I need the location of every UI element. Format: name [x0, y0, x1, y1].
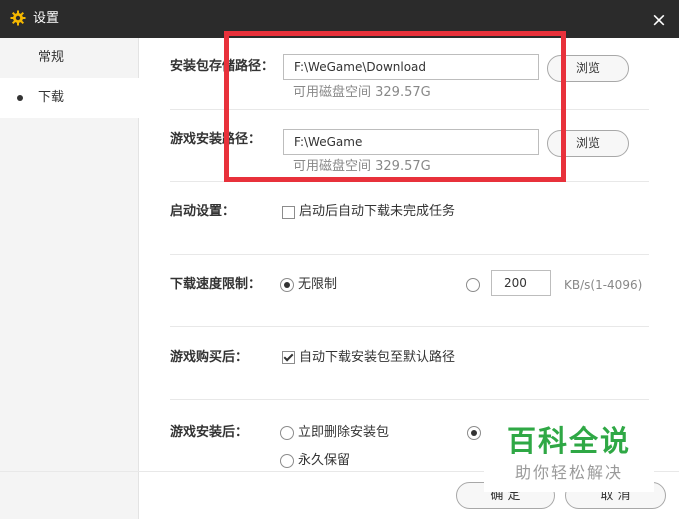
install-disk-space: 可用磁盘空间 329.57G	[293, 159, 431, 174]
install-path-input[interactable]: F:\WeGame	[283, 129, 539, 155]
radio-selected-icon	[284, 282, 290, 288]
close-icon: ×	[651, 9, 667, 31]
speed-unit: KB/s(1-4096)	[564, 278, 643, 292]
keep-package-option-label[interactable]: 永久保留	[298, 452, 350, 470]
window-title: 设置	[33, 11, 60, 26]
watermark: 百科全说 助你轻松解决	[484, 412, 654, 492]
download-path-label: 安装包存储路径：	[170, 59, 275, 74]
radio-selected-icon	[471, 430, 477, 436]
install-browse-button[interactable]: 浏览	[547, 130, 629, 157]
close-button[interactable]: ×	[648, 9, 670, 31]
delete-package-radio[interactable]	[280, 426, 294, 440]
after-install-label: 游戏安装后：	[170, 425, 249, 440]
sidebar-item-general[interactable]: 常规	[0, 38, 139, 78]
keep-package-radio[interactable]	[280, 454, 294, 468]
divider	[170, 399, 649, 400]
download-disk-space: 可用磁盘空间 329.57G	[293, 85, 431, 100]
after-install-third-radio[interactable]	[467, 426, 481, 440]
speed-limit-input[interactable]: 200	[491, 270, 551, 296]
divider	[170, 109, 649, 110]
after-purchase-checkbox[interactable]	[282, 351, 295, 364]
watermark-title: 百科全说	[506, 424, 631, 458]
divider	[170, 181, 649, 182]
delete-package-option-label[interactable]: 立即删除安装包	[298, 424, 389, 442]
check-icon	[283, 351, 294, 362]
sidebar: 常规 下载	[0, 38, 139, 519]
download-browse-button[interactable]: 浏览	[547, 55, 629, 82]
startup-option-label[interactable]: 启动后自动下载未完成任务	[299, 203, 455, 221]
watermark-subtitle: 助你轻松解决	[514, 463, 623, 482]
gear-icon	[10, 10, 26, 26]
sidebar-item-download[interactable]: 下载	[0, 78, 139, 118]
after-purchase-label: 游戏购买后：	[170, 350, 249, 365]
startup-checkbox[interactable]	[282, 206, 295, 219]
sidebar-item-label: 常规	[38, 50, 65, 65]
divider	[170, 254, 649, 255]
limit-radio[interactable]	[466, 278, 480, 292]
unlimited-option-label[interactable]: 无限制	[298, 276, 337, 294]
download-path-input[interactable]: F:\WeGame\Download	[283, 54, 539, 80]
startup-label: 启动设置：	[170, 204, 236, 219]
sidebar-item-label: 下载	[38, 90, 65, 105]
title-bar: 设置 ×	[0, 0, 679, 38]
unlimited-radio[interactable]	[280, 278, 294, 292]
active-dot-icon	[17, 95, 23, 101]
divider	[170, 326, 649, 327]
speed-limit-label: 下载速度限制：	[170, 277, 262, 292]
after-purchase-option-label[interactable]: 自动下载安装包至默认路径	[299, 349, 455, 367]
install-path-label: 游戏安装路径：	[170, 132, 262, 147]
